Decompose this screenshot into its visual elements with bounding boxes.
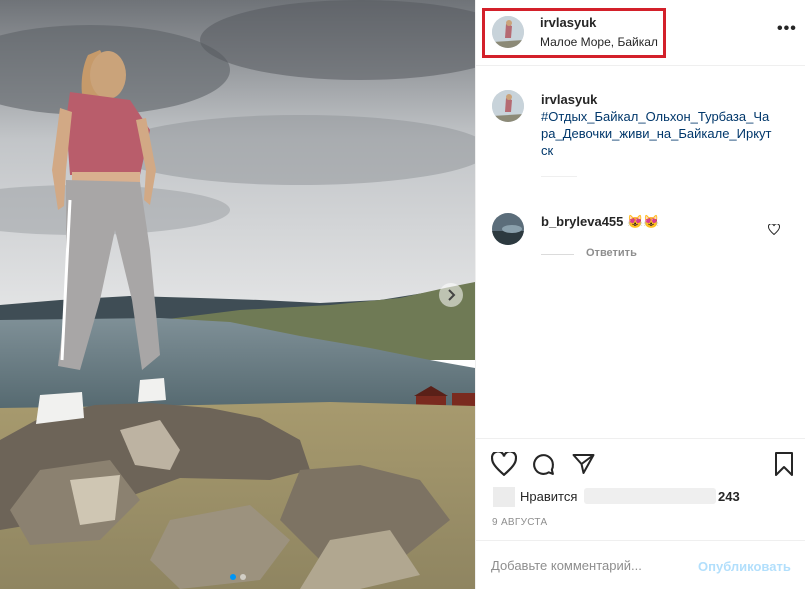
more-options-icon[interactable]: ••• bbox=[777, 21, 797, 37]
reply-divider bbox=[541, 254, 574, 255]
caption-divider bbox=[541, 176, 577, 177]
chevron-right-icon bbox=[448, 289, 456, 301]
add-comment-bar: Опубликовать bbox=[476, 540, 805, 589]
caption-hashtags[interactable]: #Отдых_Байкал_Ольхон_Турбаза_Чара_Девочк… bbox=[541, 108, 776, 159]
comment-input[interactable] bbox=[491, 555, 691, 575]
comment-text: 😻😻 bbox=[627, 214, 660, 229]
liker-name-obscured bbox=[584, 488, 716, 504]
bookmark-icon[interactable] bbox=[774, 451, 794, 482]
post-header: irvlasyuk Малое Море, Байкал ••• bbox=[476, 0, 805, 66]
caption-username[interactable]: irvlasyuk bbox=[541, 92, 597, 107]
likes-count[interactable]: 243 bbox=[718, 489, 740, 504]
highlight-box bbox=[482, 8, 666, 58]
likes-label: Нравится bbox=[520, 489, 578, 504]
carousel-next-button[interactable] bbox=[439, 283, 463, 307]
comment-icon[interactable] bbox=[531, 452, 556, 482]
reply-button[interactable]: Ответить bbox=[586, 247, 637, 259]
comment-username[interactable]: b_bryleva455 bbox=[541, 214, 623, 229]
post-photo[interactable] bbox=[0, 0, 475, 589]
carousel-indicator bbox=[0, 574, 475, 580]
publish-button[interactable]: Опубликовать bbox=[698, 559, 791, 574]
share-icon[interactable] bbox=[571, 452, 596, 481]
avatar-image bbox=[492, 213, 524, 245]
carousel-dot bbox=[239, 574, 246, 580]
post-details-panel: irvlasyuk Малое Море, Байкал ••• irvlasy… bbox=[475, 0, 805, 589]
comment-like-icon[interactable] bbox=[767, 222, 781, 240]
photo-scene bbox=[0, 0, 475, 589]
comment: b_bryleva455 😻😻 bbox=[541, 214, 659, 230]
commenter-avatar[interactable] bbox=[492, 213, 524, 245]
liker-avatar[interactable] bbox=[493, 487, 515, 507]
like-icon[interactable] bbox=[490, 450, 518, 481]
post-date[interactable]: 9 АВГУСТА bbox=[492, 517, 547, 528]
carousel-dot-active bbox=[229, 574, 236, 580]
avatar-image bbox=[492, 90, 524, 122]
caption-author-avatar[interactable] bbox=[492, 90, 524, 122]
